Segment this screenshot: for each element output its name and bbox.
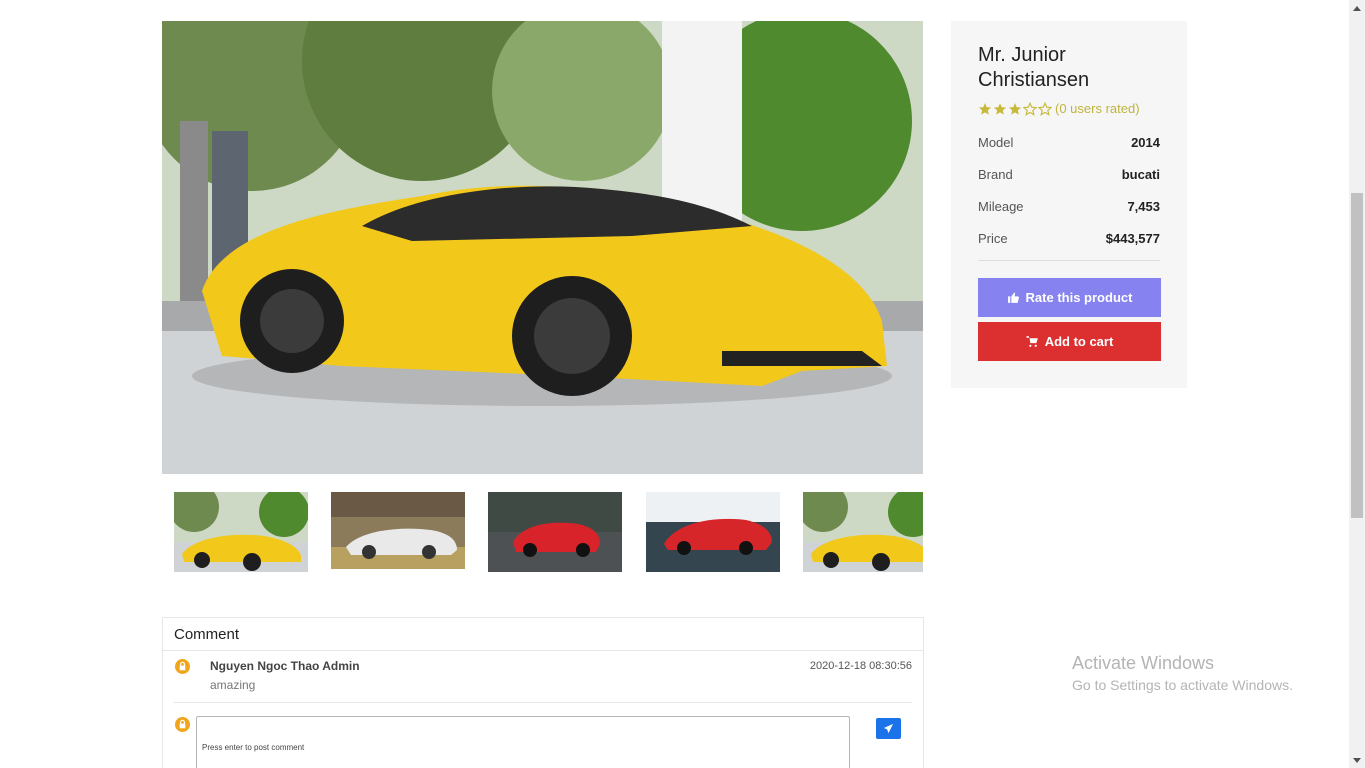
add-to-cart-label: Add to cart (1044, 334, 1114, 349)
star-filled-icon[interactable] (978, 102, 992, 116)
user-lock-icon (179, 719, 186, 729)
rating: (0 users rated) (978, 101, 1160, 116)
spec-label: Mileage (978, 198, 1024, 214)
comment-item: Nguyen Ngoc Thao Admin amazing 2020-12-1… (174, 651, 912, 703)
spec-value: 2014 (1131, 134, 1160, 150)
send-comment-button[interactable] (876, 718, 901, 739)
comment-author: Nguyen Ngoc Thao Admin (210, 659, 360, 673)
comment-input[interactable] (196, 716, 850, 768)
main-product-image (162, 21, 923, 474)
yellow-sports-car-thumbnail (803, 492, 923, 572)
thumbnail-2[interactable] (331, 492, 465, 569)
user-lock-icon (179, 661, 186, 671)
scroll-down-arrow-icon[interactable] (1349, 752, 1365, 768)
spec-label: Model (978, 134, 1014, 150)
spec-value: $443,577 (1105, 230, 1160, 246)
thumbnail-1[interactable] (174, 492, 308, 572)
spec-label: Brand (978, 166, 1013, 182)
thumbnail-4[interactable] (646, 492, 780, 572)
page-scrollbar[interactable] (1349, 0, 1365, 768)
rate-product-label: Rate this product (1025, 290, 1133, 305)
send-icon (883, 723, 894, 734)
rate-product-button[interactable]: Rate this product (978, 278, 1161, 317)
white-supercar-thumbnail (331, 492, 465, 569)
watermark-title: Activate Windows (1072, 653, 1215, 673)
yellow-sports-car-photo (162, 21, 923, 474)
comment-text: amazing (210, 678, 256, 692)
cart-icon (1026, 336, 1038, 347)
star-empty-icon[interactable] (1038, 101, 1052, 116)
rating-count: (0 users rated) (1055, 101, 1140, 116)
add-to-cart-button[interactable]: Add to cart (978, 322, 1161, 361)
yellow-sports-car-thumbnail (174, 492, 308, 572)
avatar (175, 717, 190, 732)
product-info-panel: Mr. Junior Christiansen (0 users rated) … (951, 21, 1187, 388)
spec-row-price: Price $443,577 (978, 222, 1160, 254)
star-empty-icon[interactable] (1023, 101, 1037, 116)
scrollbar-thumb[interactable] (1351, 193, 1363, 518)
thumbnail-3[interactable] (488, 492, 622, 572)
thumbs-up-icon (1007, 292, 1019, 303)
avatar (175, 659, 190, 674)
product-detail-page: Mr. Junior Christiansen (0 users rated) … (0, 0, 1365, 768)
thumbnail-5[interactable] (803, 492, 923, 572)
thumbnail-strip (162, 488, 923, 576)
spec-row-brand: Brand bucati (978, 158, 1160, 190)
comment-heading: Comment (163, 618, 923, 651)
comment-timestamp: 2020-12-18 08:30:56 (809, 660, 912, 672)
red-coupe-thumbnail (488, 492, 622, 572)
spec-list: Model 2014 Brand bucati Mileage 7,453 Pr… (978, 126, 1160, 261)
star-filled-icon[interactable] (993, 102, 1007, 116)
spec-label: Price (978, 230, 1008, 246)
windows-activation-watermark: Activate Windows Go to Settings to activ… (1072, 652, 1293, 694)
star-filled-icon[interactable] (1008, 102, 1022, 116)
new-comment-form (174, 703, 912, 768)
spec-value: bucati (1121, 166, 1160, 182)
comment-section: Comment Nguyen Ngoc Thao Admin amazing 2… (162, 617, 924, 768)
red-supercar-thumbnail (646, 492, 780, 572)
spec-row-mileage: Mileage 7,453 (978, 190, 1160, 222)
product-title: Mr. Junior Christiansen (978, 44, 1090, 91)
watermark-subtitle: Go to Settings to activate Windows. (1072, 677, 1293, 693)
scroll-up-arrow-icon[interactable] (1349, 0, 1365, 16)
spec-value: 7,453 (1127, 198, 1160, 214)
spec-row-model: Model 2014 (978, 126, 1160, 158)
